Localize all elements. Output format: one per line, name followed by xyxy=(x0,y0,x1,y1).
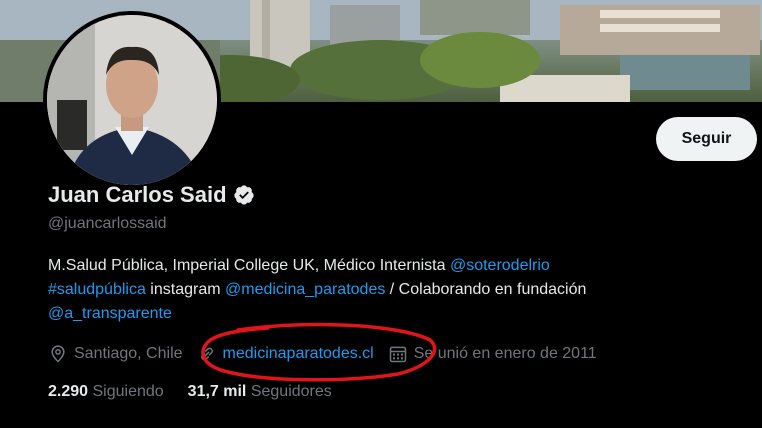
bio-text: M.Salud Pública, Imperial College UK, Mé… xyxy=(48,257,450,274)
profile-name-row: Juan Carlos Said xyxy=(48,182,255,208)
following-stat[interactable]: 2.290 Siguiendo xyxy=(48,383,164,401)
mention-link[interactable]: @a_transparente xyxy=(48,305,172,322)
followers-label: Seguidores xyxy=(250,383,332,400)
profile-bio: M.Salud Pública, Imperial College UK, Mé… xyxy=(48,254,748,326)
profile-handle: @juancarlossaid xyxy=(48,215,167,232)
bio-line-3: @a_transparente xyxy=(48,302,748,326)
avatar-photo xyxy=(47,15,217,185)
bio-text: / Colaborando en fundación xyxy=(385,281,587,298)
mention-link[interactable]: @medicina_paratodes xyxy=(225,281,385,298)
location-item: Santiago, Chile xyxy=(48,344,183,364)
location-text: Santiago, Chile xyxy=(74,345,183,362)
bio-line-2: #saludpública instagram @medicina_parato… xyxy=(48,278,748,302)
followers-count: 31,7 mil xyxy=(187,383,247,400)
link-icon xyxy=(200,347,213,361)
profile-meta: Santiago, Chile medicinaparatodes.cl Se … xyxy=(48,342,611,366)
bio-line-1: M.Salud Pública, Imperial College UK, Mé… xyxy=(48,254,748,278)
verified-badge-icon[interactable] xyxy=(233,184,255,206)
mention-link[interactable]: @soterodelrio xyxy=(450,257,550,274)
avatar[interactable] xyxy=(43,11,221,189)
joined-date-text: Se unió en enero de 2011 xyxy=(413,345,597,362)
calendar-icon xyxy=(389,346,406,363)
website-item[interactable]: medicinaparatodes.cl xyxy=(197,344,374,364)
website-link[interactable]: medicinaparatodes.cl xyxy=(223,345,374,363)
following-count: 2.290 xyxy=(48,383,89,400)
joined-item: Se unió en enero de 2011 xyxy=(388,344,597,364)
profile-name: Juan Carlos Said xyxy=(48,182,227,207)
bio-text: instagram xyxy=(145,281,225,298)
hashtag-link[interactable]: #saludpública xyxy=(48,281,146,298)
followers-stat[interactable]: 31,7 mil Seguidores xyxy=(188,383,332,401)
following-label: Siguiendo xyxy=(92,383,164,400)
follow-button[interactable]: Seguir xyxy=(656,117,757,161)
profile-stats: 2.290 Siguiendo 31,7 mil Seguidores xyxy=(48,383,332,401)
location-pin-icon xyxy=(51,345,65,363)
